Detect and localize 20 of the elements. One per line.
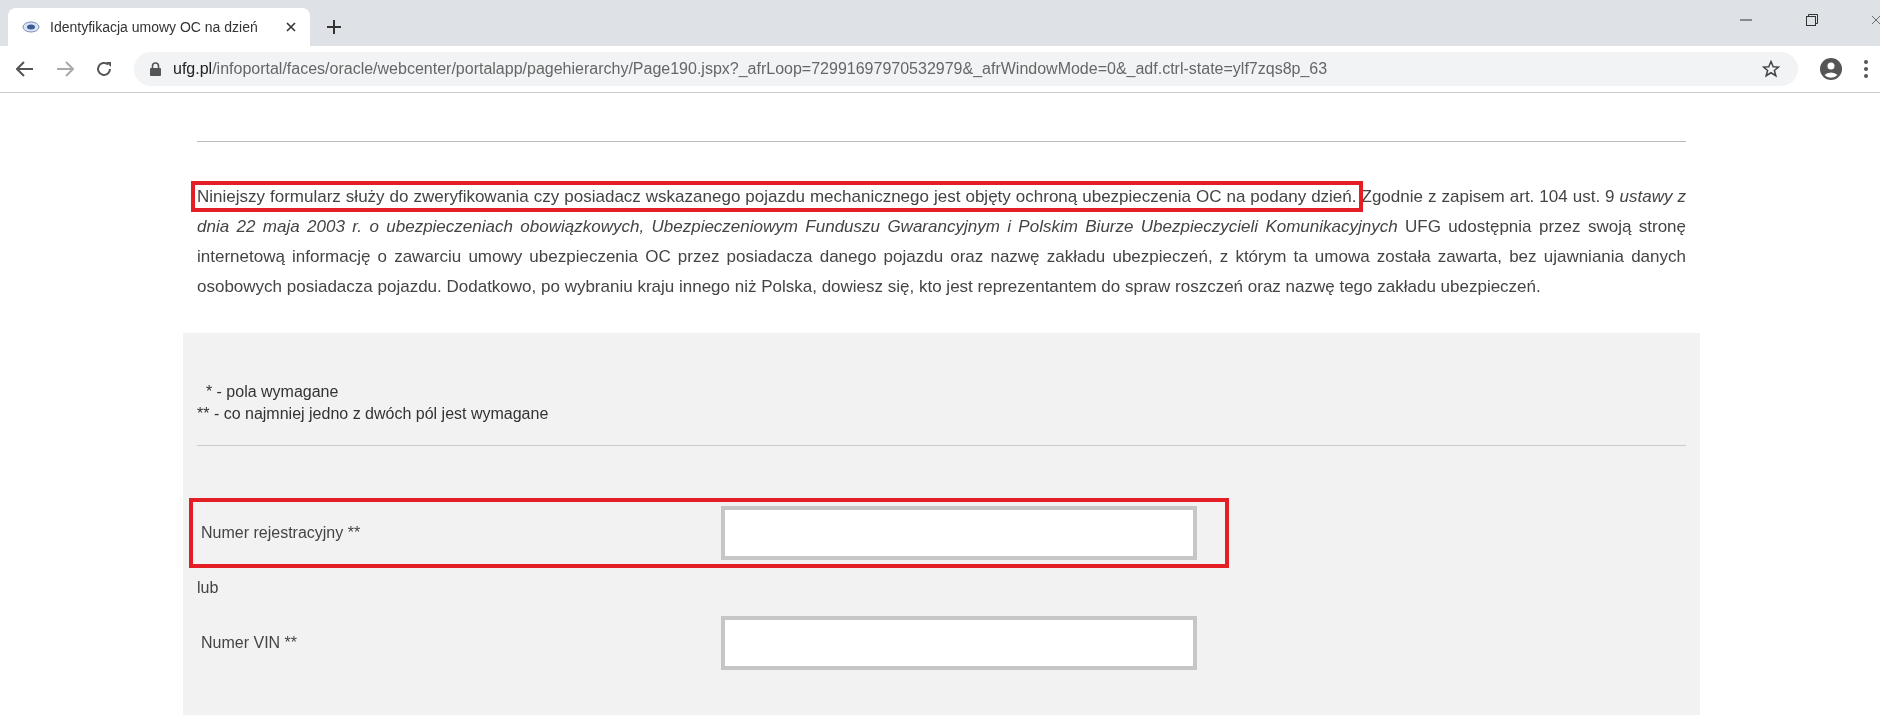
field-label: Numer VIN **	[201, 634, 299, 652]
logo-icon	[22, 21, 40, 33]
new-tab-icon[interactable]	[326, 19, 342, 35]
reload-icon[interactable]	[96, 61, 112, 77]
legend-text: * - pola wymagane	[204, 382, 339, 402]
star-icon[interactable]	[1762, 60, 1780, 78]
input-field[interactable]	[721, 506, 1197, 560]
menu-icon[interactable]	[1864, 60, 1868, 78]
intro-paragraph: Niniejszy formularz służy do zweryfikowania czy posiadacz wskazanego pojazdu mechanicznego jest objęty ochroną ubezpieczenia OC na podany dzień. Zgodnie z zapisem art. 104 ust. 9 ustawy z dnia 22 maja 2003 r. o ubezpieczeniach obowiązkowych, Ubezpieczeniowym Funduszu Gwarancyjnym i Polskim Biurze Ubezpieczycieli Komunikacyjnych UFG udostępnia przez swoją stronę internetową informację o zawarciu umowy ubezpieczenia OC przez posiadacza danego pojazdu oraz nazwę zakładu ubezpieczeń, z którym ta umowa została zawarta, bez ujawniania danych osobowych posiadacza pojazdu. Dodatkowo, po wybraniu kraju innego niż Polska, dowiesz się, kto jest reprezentantem do spraw roszczeń oraz nazwę tego zakładu ubezpieczeń.	[190, 175, 1693, 309]
lock-icon	[150, 62, 161, 76]
account-icon[interactable]	[1820, 58, 1842, 80]
address-bar[interactable]: ufg.pl/infoportal/faces/oracle/webcenter/portalapp/pagehierarchy/Page190.jspx?_afrLoop=72991697970532979&_afrWindowMode=0&_adf.ctrl-state=ylf7zqs8p_63	[134, 52, 1798, 86]
legend-text: ** - co najmniej jedno z dwóch pól jest wymagane	[197, 404, 549, 424]
field-label: Numer rejestracyjny **	[201, 524, 362, 542]
restore-icon[interactable]	[1806, 14, 1818, 26]
browser-tab[interactable]: Identyfikacja umowy OC na dzień	[8, 8, 310, 46]
input-field[interactable]	[721, 616, 1197, 670]
close-icon[interactable]	[286, 22, 296, 32]
or-text: lub	[197, 579, 219, 597]
back-icon[interactable]	[16, 61, 34, 77]
